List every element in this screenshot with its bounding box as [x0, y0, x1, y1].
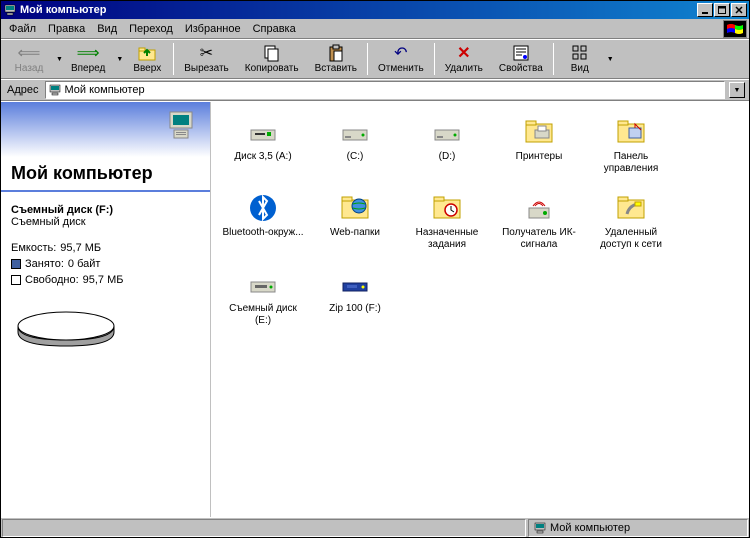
window-title: Мой компьютер — [20, 4, 697, 16]
removable-drive-icon — [247, 268, 279, 300]
undo-icon: ↶ — [394, 44, 407, 62]
zip-drive-icon — [339, 268, 371, 300]
sidebar-banner — [1, 102, 210, 157]
forward-button[interactable]: ⟹ Вперед — [63, 42, 113, 76]
toolbar-separator — [173, 43, 174, 75]
toolbar-separator — [434, 43, 435, 75]
floppy-icon — [247, 116, 279, 148]
floppy-drive-item[interactable]: Диск 3,5 (A:) — [217, 112, 309, 188]
undo-button[interactable]: ↶ Отменить — [370, 42, 432, 76]
folder-up-icon — [137, 44, 157, 62]
views-button[interactable]: Вид — [556, 42, 604, 76]
clipboard-icon — [327, 44, 345, 62]
up-button[interactable]: Вверх — [123, 42, 171, 76]
selected-item-title: Съемный диск (F:) — [11, 204, 200, 216]
back-dropdown[interactable]: ▼ — [56, 56, 63, 63]
toolbar-separator — [553, 43, 554, 75]
back-button[interactable]: ⟸ Назад — [5, 42, 53, 76]
free-line: Свободно: 95,7 МБ — [11, 274, 200, 286]
address-value: Мой компьютер — [65, 84, 145, 96]
content-area: Мой компьютер Съемный диск (F:) Съемный … — [1, 101, 749, 517]
address-label: Адрес — [5, 84, 41, 96]
properties-icon — [512, 44, 530, 62]
toolbar: ⟸ Назад ▼ ⟹ Вперед ▼ Вверх ✂ Вырезать Ко… — [1, 39, 749, 79]
scheduled-tasks-item[interactable]: Назначенные задания — [401, 188, 493, 264]
removable-e-item[interactable]: Съемный диск (E:) — [217, 264, 309, 340]
zip-f-item[interactable]: Zip 100 (F:) — [309, 264, 401, 340]
close-button[interactable] — [731, 3, 747, 17]
folder-dialup-icon — [615, 192, 647, 224]
minimize-button[interactable] — [697, 3, 713, 17]
menu-view[interactable]: Вид — [91, 21, 123, 37]
arrow-left-icon: ⟸ — [18, 44, 41, 62]
addressbar: Адрес Мой компьютер ▼ — [1, 79, 749, 101]
bluetooth-item[interactable]: Bluetooth-окруж... — [217, 188, 309, 264]
hdd-icon — [431, 116, 463, 148]
folder-controlpanel-icon — [615, 116, 647, 148]
sidebar-title: Мой компьютер — [1, 157, 210, 192]
window-controls — [697, 3, 747, 17]
forward-dropdown[interactable]: ▼ — [116, 56, 123, 63]
toolbar-separator — [367, 43, 368, 75]
copy-button[interactable]: Копировать — [237, 42, 307, 76]
views-dropdown[interactable]: ▼ — [607, 56, 614, 63]
status-left — [2, 519, 526, 537]
ir-receiver-item[interactable]: Получатель ИК-сигнала — [493, 188, 585, 264]
control-panel-item[interactable]: Панель управления — [585, 112, 677, 188]
scissors-icon: ✂ — [200, 44, 213, 62]
mycomputer-icon — [48, 83, 62, 97]
used-line: Занято: 0 байт — [11, 258, 200, 270]
ir-icon — [523, 192, 555, 224]
statusbar: Мой компьютер — [1, 517, 749, 537]
maximize-button[interactable] — [714, 3, 730, 17]
pie-chart-icon — [11, 302, 200, 352]
dialup-item[interactable]: Удаленный доступ к сети — [585, 188, 677, 264]
address-field[interactable]: Мой компьютер — [45, 81, 726, 99]
folder-tasks-icon — [431, 192, 463, 224]
hdd-icon — [339, 116, 371, 148]
drive-d-item[interactable]: (D:) — [401, 112, 493, 188]
mycomputer-large-icon — [164, 108, 200, 144]
capacity-line: Емкость: 95,7 МБ — [11, 242, 200, 254]
mycomputer-icon — [533, 521, 547, 535]
icon-pane[interactable]: Диск 3,5 (A:) (C:) (D:) Принтеры Панель … — [211, 102, 749, 517]
menu-file[interactable]: Файл — [3, 21, 42, 37]
mycomputer-icon — [3, 3, 17, 17]
menu-edit[interactable]: Правка — [42, 21, 91, 37]
address-dropdown[interactable]: ▼ — [729, 82, 745, 98]
menu-go[interactable]: Переход — [123, 21, 179, 37]
drive-c-item[interactable]: (C:) — [309, 112, 401, 188]
paste-button[interactable]: Вставить — [307, 42, 365, 76]
menu-help[interactable]: Справка — [247, 21, 302, 37]
delete-icon: ✕ — [457, 44, 470, 62]
copy-icon — [263, 44, 281, 62]
views-icon — [571, 44, 589, 62]
titlebar: Мой компьютер — [1, 1, 749, 19]
printers-item[interactable]: Принтеры — [493, 112, 585, 188]
used-swatch-icon — [11, 259, 21, 269]
delete-button[interactable]: ✕ Удалить — [437, 42, 491, 76]
menubar: Файл Правка Вид Переход Избранное Справк… — [1, 19, 749, 39]
arrow-right-icon: ⟹ — [77, 44, 100, 62]
free-swatch-icon — [11, 275, 21, 285]
explorer-window: Мой компьютер Файл Правка Вид Переход Из… — [0, 0, 750, 538]
windows-logo-icon — [723, 20, 747, 38]
menu-favorites[interactable]: Избранное — [179, 21, 247, 37]
selected-item-type: Съемный диск — [11, 216, 200, 228]
cut-button[interactable]: ✂ Вырезать — [176, 42, 236, 76]
info-sidebar: Мой компьютер Съемный диск (F:) Съемный … — [1, 102, 211, 517]
properties-button[interactable]: Свойства — [491, 42, 551, 76]
web-folders-item[interactable]: Web-папки — [309, 188, 401, 264]
bluetooth-icon — [247, 192, 279, 224]
sidebar-body: Съемный диск (F:) Съемный диск Емкость: … — [1, 204, 210, 352]
folder-printer-icon — [523, 116, 555, 148]
folder-web-icon — [339, 192, 371, 224]
status-zone: Мой компьютер — [528, 519, 748, 537]
